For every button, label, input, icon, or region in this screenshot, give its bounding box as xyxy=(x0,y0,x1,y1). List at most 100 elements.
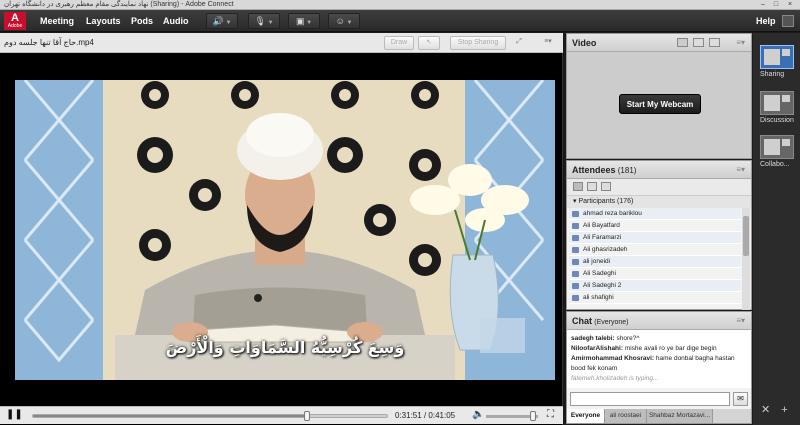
share-pod-header: حاج آقا تنها جلسه دوم.mp4 Draw ↖ Stop Sh… xyxy=(0,33,563,53)
video-pod-body: Start My Webcam xyxy=(567,52,751,158)
chevron-down-icon: ▼ xyxy=(265,20,274,26)
participant-icon xyxy=(572,259,579,265)
attendees-toolbar xyxy=(567,179,751,196)
list-item[interactable]: ahmad reza bariklou xyxy=(569,208,741,220)
menu-meeting[interactable]: Meeting xyxy=(40,10,74,32)
participant-icon xyxy=(572,283,579,289)
chevron-down-icon: ▼ xyxy=(304,20,313,26)
pointer-button[interactable]: ↖ xyxy=(418,36,440,50)
participant-icon xyxy=(572,247,579,253)
filmstrip-view-icon[interactable] xyxy=(709,38,720,47)
list-item[interactable]: Ali Sadeghi xyxy=(569,268,741,280)
pause-icon[interactable]: ❚❚ xyxy=(6,409,23,421)
participant-icon xyxy=(572,295,579,301)
video-pod-header: Video ≡▾ xyxy=(567,34,751,52)
send-message-icon: ✉ xyxy=(737,394,744,403)
participant-icon xyxy=(572,235,579,241)
grid-view-icon[interactable] xyxy=(677,38,688,47)
breakout-view-icon[interactable] xyxy=(601,182,611,191)
chat-message: sadegh talebi: shore?^ xyxy=(571,335,640,342)
volume-icon[interactable]: 🔈 xyxy=(472,408,484,422)
chat-pod: Chat (Everyone) ≡▾ sadegh talebi: shore?… xyxy=(566,311,752,424)
list-item[interactable]: Ali Sadeghi 2 xyxy=(569,280,741,292)
layouts-sidebar: Sharing Discussion Collabo... ✕ + xyxy=(753,33,800,425)
chat-message: Amirmohammad Khosravi: hame donbal bagha… xyxy=(571,355,735,372)
minimize-button[interactable]: – xyxy=(758,1,768,8)
timecode: 0:31:51 / 0:41:05 xyxy=(395,411,456,420)
share-title: حاج آقا تنها جلسه دوم.mp4 xyxy=(4,38,94,47)
webcam-button[interactable]: ▣ ▼ xyxy=(288,13,320,29)
list-item[interactable]: Ali ghasrizadeh xyxy=(569,244,741,256)
pod-menu-button[interactable]: ≡▾ xyxy=(540,36,556,50)
layout-discussion[interactable]: Discussion xyxy=(760,91,794,124)
user-status-button[interactable]: ☺ ▼ xyxy=(328,13,360,29)
list-item[interactable]: Ali Faramarzi xyxy=(569,232,741,244)
attendee-scrollbar[interactable] xyxy=(742,208,750,310)
menu-help[interactable]: Help xyxy=(756,10,776,32)
stop-sharing-button[interactable]: Stop Sharing xyxy=(450,36,506,50)
layout-sharing[interactable]: Sharing xyxy=(760,45,794,78)
tab-shahbaz-mortazavi[interactable]: Shahbaz Mortazavi... xyxy=(647,409,713,423)
layout-thumbnail-icon xyxy=(760,91,794,115)
shared-video[interactable]: وَسِعَ كُرْسِيُّهُ السَّمَاوَاتِ وَالْأَ… xyxy=(15,80,555,380)
microphone-icon: 🎙 xyxy=(254,16,266,26)
microphone-button[interactable]: 🎙 ▼ xyxy=(248,13,280,29)
pod-options-icon[interactable]: ≡▾ xyxy=(736,34,745,52)
fullscreen-toggle-icon[interactable]: ⛶ xyxy=(547,409,557,421)
chat-tabs: Everyone ali roostaei Shahbaz Mortazavi.… xyxy=(567,409,751,423)
volume-handle[interactable] xyxy=(529,411,536,421)
menubar: Meeting Layouts Pods Audio 🔊 ▼ 🎙 ▼ ▣ ▼ ☺… xyxy=(0,10,800,32)
chat-message: NiloofarAlishahi: mishe avali ro ye bar … xyxy=(571,345,717,352)
window-title: نهاد نمایندگی مقام معظم رهبری در دانشگاه… xyxy=(4,1,234,8)
attendees-pod: Attendees (181) ≡▾ ▾ Participants (176) … xyxy=(566,160,752,310)
close-button[interactable]: × xyxy=(785,1,795,8)
send-button[interactable]: ✉ xyxy=(733,392,748,406)
adobe-logo: A Adobe xyxy=(4,12,26,30)
video-pod-title: Video xyxy=(572,38,597,48)
attendees-pod-header: Attendees (181) ≡▾ xyxy=(567,161,751,179)
menu-pods[interactable]: Pods xyxy=(131,10,153,32)
seek-progress xyxy=(33,415,308,417)
volume-slider[interactable] xyxy=(486,411,538,421)
layout-collaboration[interactable]: Collabo... xyxy=(760,135,794,168)
list-item[interactable]: Ali Bayatfard xyxy=(569,220,741,232)
chat-input[interactable] xyxy=(570,392,730,406)
fit-icon: ⤢ xyxy=(516,38,522,45)
speaker-icon: 🔊 xyxy=(212,16,224,26)
attendees-pod-title: Attendees (181) xyxy=(572,165,637,175)
chevron-down-icon: ▼ xyxy=(223,20,232,26)
typing-indicator: fatemeh.kholizadeh is typing... xyxy=(571,375,659,382)
participants-group-header[interactable]: ▾ Participants (176) xyxy=(567,196,751,208)
menu-audio[interactable]: Audio xyxy=(163,10,189,32)
seek-handle[interactable] xyxy=(304,411,311,421)
draw-button[interactable]: Draw xyxy=(384,36,414,50)
list-view-icon[interactable] xyxy=(573,182,583,191)
player-controls: ❚❚ 0:31:51 / 0:41:05 🔈 ⛶ xyxy=(0,406,563,424)
fullscreen-icon[interactable] xyxy=(782,15,794,27)
video-frame xyxy=(15,80,555,380)
chat-pod-header: Chat (Everyone) ≡▾ xyxy=(567,312,751,330)
participant-icon xyxy=(572,223,579,229)
settings-tools-icon[interactable]: ✕ xyxy=(761,404,770,416)
menu-layouts[interactable]: Layouts xyxy=(86,10,121,32)
participant-icon xyxy=(572,271,579,277)
list-item[interactable]: ali joneidi xyxy=(569,256,741,268)
layout-tools: ✕ + xyxy=(761,403,788,416)
pod-options-icon[interactable]: ≡▾ xyxy=(736,161,745,179)
list-view-icon[interactable] xyxy=(693,38,704,47)
window-titlebar: نهاد نمایندگی مقام معظم رهبری در دانشگاه… xyxy=(0,0,800,10)
fit-window-button[interactable]: ⤢ xyxy=(510,36,528,50)
tab-everyone[interactable]: Everyone xyxy=(567,409,605,423)
start-webcam-button[interactable]: Start My Webcam xyxy=(619,94,701,114)
seek-bar[interactable] xyxy=(32,411,388,421)
video-pod: Video ≡▾ Start My Webcam xyxy=(566,33,752,159)
pod-options-icon[interactable]: ≡▾ xyxy=(736,312,745,330)
speaker-button[interactable]: 🔊 ▼ xyxy=(206,13,238,29)
add-layout-icon[interactable]: + xyxy=(781,404,787,416)
maximize-button[interactable]: □ xyxy=(771,1,781,8)
tab-ali-roostaei[interactable]: ali roostaei xyxy=(605,409,647,423)
list-item[interactable]: ali shafighi xyxy=(569,292,741,304)
status-view-icon[interactable] xyxy=(587,182,597,191)
scrollbar-thumb[interactable] xyxy=(743,216,749,256)
layout-thumbnail-icon xyxy=(760,135,794,159)
